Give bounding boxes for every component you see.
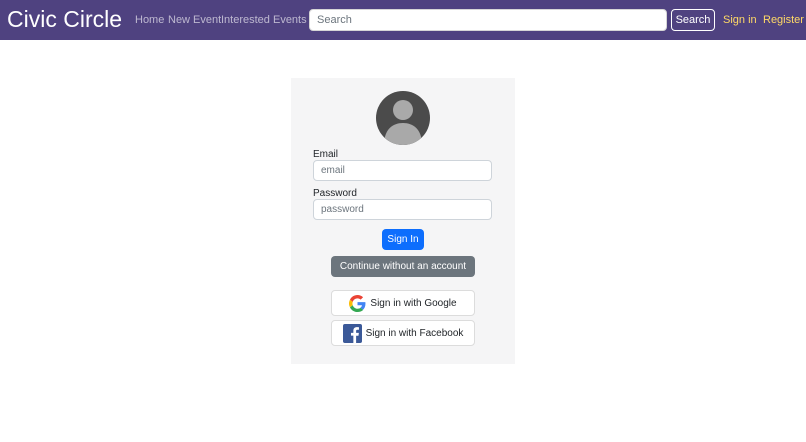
- top-navbar: Civic Circle Home New Event Interested E…: [0, 0, 806, 40]
- brand-title[interactable]: Civic Circle: [7, 4, 122, 34]
- continue-without-account-button[interactable]: Continue without an account: [331, 256, 475, 277]
- facebook-button-label: Sign in with Facebook: [365, 327, 464, 339]
- user-avatar-icon: [376, 91, 430, 145]
- search-input[interactable]: [309, 9, 667, 31]
- nav-sign-in-link[interactable]: Sign in: [723, 13, 757, 27]
- facebook-icon: [342, 323, 362, 343]
- email-field[interactable]: [313, 160, 492, 181]
- nav-register-link[interactable]: Register: [763, 13, 804, 27]
- google-sign-in-button[interactable]: Sign in with Google: [331, 290, 475, 316]
- google-button-label: Sign in with Google: [370, 297, 457, 309]
- password-field[interactable]: [313, 199, 492, 220]
- nav-link-interested-events[interactable]: Interested Events: [221, 13, 307, 27]
- nav-link-home[interactable]: Home: [135, 13, 164, 27]
- google-icon: [349, 294, 366, 312]
- search-button[interactable]: Search: [671, 9, 715, 31]
- facebook-sign-in-button[interactable]: Sign in with Facebook: [331, 320, 475, 346]
- nav-link-new-event[interactable]: New Event: [168, 13, 221, 27]
- login-card: Email Password Sign In Continue without …: [291, 78, 515, 364]
- sign-in-button[interactable]: Sign In: [382, 229, 424, 250]
